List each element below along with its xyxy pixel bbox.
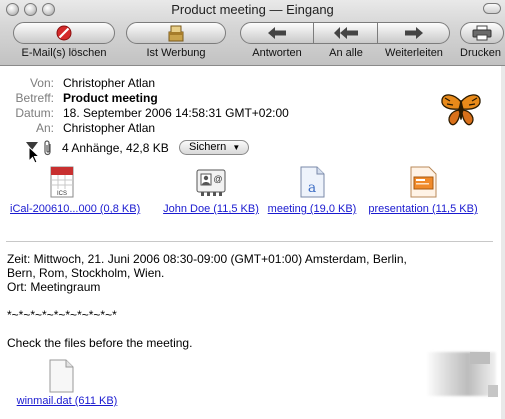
body-line: Ort: Meetingraum bbox=[7, 280, 101, 294]
body-line: *~*~*~*~*~*~*~*~*~* bbox=[7, 308, 117, 322]
blurred-region bbox=[470, 352, 490, 364]
forward-button-label: Weiterleiten bbox=[385, 47, 443, 59]
save-attachments-button[interactable]: Sichern ▼ bbox=[179, 140, 250, 155]
svg-text:@: @ bbox=[213, 174, 222, 184]
body-line: Bern, Rom, Stockholm, Wien. bbox=[7, 266, 165, 280]
vcard-file-icon: @ bbox=[196, 169, 226, 196]
butterfly-icon bbox=[441, 94, 481, 126]
junk-button[interactable]: Ist Werbung bbox=[124, 22, 228, 64]
inline-attachment-name[interactable]: winmail.dat (611 KB) bbox=[7, 395, 127, 407]
printer-icon bbox=[472, 25, 492, 41]
attachment-ics-name[interactable]: iCal-200610...000 (0,8 KB) bbox=[10, 203, 140, 215]
from-value[interactable]: Christopher Atlan bbox=[63, 76, 155, 90]
body-line bbox=[7, 294, 487, 308]
reply-button-label: Antworten bbox=[252, 47, 302, 59]
print-button[interactable]: Drucken bbox=[456, 22, 505, 64]
chevron-down-icon: ▼ bbox=[232, 143, 241, 152]
print-button-label: Drucken bbox=[460, 47, 501, 59]
date-value: 18. September 2006 14:58:31 GMT+02:00 bbox=[63, 106, 289, 120]
attachment-meeting-name[interactable]: meeting (19,0 KB) bbox=[262, 203, 362, 215]
mouse-cursor-icon bbox=[28, 146, 40, 164]
delete-button[interactable]: E-Mail(s) löschen bbox=[10, 22, 118, 64]
window-chrome: Product meeting — Eingang E-Mail(s) lösc… bbox=[0, 0, 505, 66]
text-document-icon: a bbox=[300, 166, 325, 198]
header-to-row: An: Christopher Atlan bbox=[0, 121, 420, 136]
date-label: Datum: bbox=[15, 106, 54, 120]
attachment-ics[interactable]: ICS iCal-200610...000 (0,8 KB) bbox=[10, 166, 140, 215]
from-label: Von: bbox=[29, 76, 54, 90]
junk-button-label: Ist Werbung bbox=[146, 47, 206, 59]
header-from-row: Von: Christopher Atlan bbox=[0, 76, 420, 91]
delete-button-label: E-Mail(s) löschen bbox=[21, 47, 107, 59]
forward-icon bbox=[404, 27, 423, 39]
to-value[interactable]: Christopher Atlan bbox=[63, 121, 155, 135]
paperclip-icon bbox=[44, 140, 51, 156]
scrollbar-track[interactable] bbox=[501, 66, 505, 419]
svg-text:ICS: ICS bbox=[57, 191, 67, 197]
subject-value: Product meeting bbox=[63, 91, 158, 105]
body-line: Zeit: Mittwoch, 21. Juni 2006 08:30-09:0… bbox=[7, 252, 407, 266]
attachment-meeting[interactable]: a meeting (19,0 KB) bbox=[262, 166, 362, 215]
header-subject-row: Betreff: Product meeting bbox=[0, 91, 420, 106]
reply-all-button-label: An alle bbox=[329, 47, 363, 59]
message-body: Zeit: Mittwoch, 21. Juni 2006 08:30-09:0… bbox=[7, 252, 487, 350]
header-date-row: Datum: 18. September 2006 14:58:31 GMT+0… bbox=[0, 106, 420, 121]
header-divider bbox=[6, 241, 493, 242]
attachment-summary-row: 4 Anhänge, 42,8 KB Sichern ▼ bbox=[26, 140, 286, 164]
attachment-presentation-name[interactable]: presentation (11,5 KB) bbox=[363, 203, 483, 215]
attachment-vcard[interactable]: @ John Doe (11,5 KB) bbox=[159, 166, 263, 215]
window-title: Product meeting — Eingang bbox=[171, 2, 334, 17]
subject-label: Betreff: bbox=[15, 91, 54, 105]
delete-icon bbox=[56, 25, 72, 41]
attachment-vcard-name[interactable]: John Doe (11,5 KB) bbox=[159, 203, 263, 215]
reply-icon bbox=[268, 27, 286, 39]
attachment-presentation[interactable]: presentation (11,5 KB) bbox=[363, 166, 483, 215]
generic-file-icon bbox=[49, 359, 74, 393]
body-line bbox=[7, 322, 487, 336]
reply-button[interactable]: Antworten bbox=[240, 22, 314, 64]
blurred-region bbox=[488, 385, 498, 397]
svg-text:a: a bbox=[308, 180, 316, 196]
to-label: An: bbox=[35, 121, 54, 135]
reply-all-icon bbox=[333, 27, 358, 39]
ics-file-icon: ICS bbox=[50, 166, 74, 198]
inline-attachment[interactable]: winmail.dat (611 KB) bbox=[7, 359, 127, 407]
forward-button[interactable]: Weiterleiten bbox=[378, 22, 450, 64]
junk-icon bbox=[168, 25, 184, 42]
attachment-summary: 4 Anhänge, 42,8 KB bbox=[62, 141, 169, 155]
body-line: Check the files before the meeting. bbox=[7, 336, 193, 350]
toolbar-toggle-button[interactable] bbox=[483, 3, 501, 14]
reply-all-button[interactable]: An alle bbox=[314, 22, 378, 64]
save-attachments-label: Sichern bbox=[189, 141, 227, 153]
presentation-file-icon bbox=[410, 166, 437, 198]
